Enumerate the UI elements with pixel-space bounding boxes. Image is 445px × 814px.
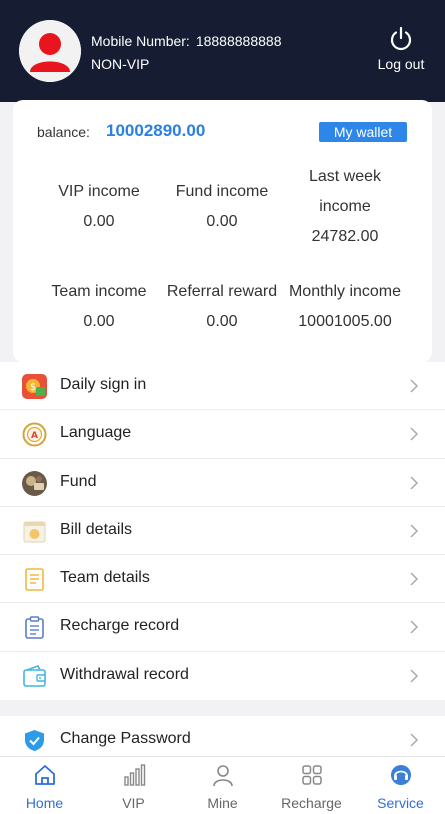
nav-label: Mine bbox=[207, 795, 238, 811]
stat-label: Team income bbox=[51, 283, 147, 300]
stat-team-income: Team income 0.00 bbox=[34, 277, 164, 337]
stat-label-line1: Last week bbox=[308, 168, 382, 185]
mobile-label: Mobile Number: bbox=[91, 33, 190, 49]
menu-item-bill-details[interactable]: Bill details bbox=[0, 507, 445, 556]
menu-item-daily-sign-in[interactable]: $ Daily sign in bbox=[0, 362, 445, 411]
bottom-nav: Home VIP Mine Recharge Service bbox=[0, 756, 445, 814]
stat-value: 0.00 bbox=[206, 313, 238, 330]
person-icon bbox=[212, 765, 233, 787]
mobile-number: 18888888888 bbox=[195, 33, 282, 49]
menu-label: Fund bbox=[60, 472, 97, 490]
menu-item-fund[interactable]: Fund bbox=[0, 459, 445, 507]
nav-home[interactable]: Home bbox=[0, 757, 89, 814]
stat-fund-income: Fund income 0.00 bbox=[157, 177, 287, 237]
menu-item-language[interactable]: A Language bbox=[0, 410, 445, 459]
menu-label: Change Password bbox=[60, 730, 191, 747]
profile-header: Mobile Number: 18888888888 NON-VIP Log ou… bbox=[0, 0, 445, 102]
stat-referral-reward: Referral reward 0.00 bbox=[157, 277, 287, 337]
bill-icon bbox=[23, 521, 46, 543]
menu-item-withdrawal-record[interactable]: Withdrawal record bbox=[0, 652, 445, 700]
stat-vip-income: VIP income 0.00 bbox=[34, 177, 164, 237]
my-wallet-button[interactable]: My wallet bbox=[319, 122, 407, 142]
nav-label: VIP bbox=[122, 795, 145, 811]
wallet-icon bbox=[23, 664, 46, 687]
stat-monthly-income: Monthly income 10001005.00 bbox=[280, 277, 410, 337]
svg-text:A: A bbox=[31, 431, 38, 441]
avatar[interactable] bbox=[19, 20, 81, 82]
nav-service[interactable]: Service bbox=[356, 757, 445, 814]
menu-label: Withdrawal record bbox=[60, 665, 189, 683]
nav-label: Service bbox=[377, 795, 424, 811]
vip-status: NON-VIP bbox=[91, 56, 150, 72]
bar-chart-icon bbox=[123, 764, 145, 786]
balance-value: 10002890.00 bbox=[106, 121, 206, 140]
chevron-right-icon bbox=[410, 733, 419, 747]
chevron-right-icon bbox=[410, 476, 419, 490]
stat-last-week-income: Last week income 24782.00 bbox=[280, 162, 410, 252]
stat-label: Fund income bbox=[175, 183, 269, 200]
nav-label: Home bbox=[25, 795, 64, 811]
nav-mine[interactable]: Mine bbox=[178, 757, 267, 814]
stat-label-line2: income bbox=[319, 198, 371, 215]
power-icon bbox=[390, 26, 412, 51]
chevron-right-icon bbox=[410, 669, 419, 683]
stat-value: 10001005.00 bbox=[298, 313, 392, 330]
svg-text:$: $ bbox=[30, 382, 36, 393]
stat-value: 0.00 bbox=[206, 213, 238, 230]
headset-icon bbox=[390, 765, 411, 785]
menu-label: Daily sign in bbox=[60, 376, 147, 393]
shield-icon bbox=[25, 730, 44, 751]
clipboard-icon bbox=[25, 616, 44, 640]
logout-label: Log out bbox=[377, 56, 425, 72]
nav-vip[interactable]: VIP bbox=[89, 757, 178, 814]
menu-label: Bill details bbox=[60, 520, 133, 538]
chevron-right-icon bbox=[410, 524, 419, 538]
nav-label: Recharge bbox=[281, 795, 342, 811]
menu-label: Team details bbox=[60, 569, 150, 587]
chevron-right-icon bbox=[410, 620, 419, 635]
stat-label: Referral reward bbox=[166, 283, 278, 300]
chevron-right-icon bbox=[410, 572, 419, 586]
menu-item-team-details[interactable]: Team details bbox=[0, 555, 445, 604]
mobile-number-line: Mobile Number: 18888888888 bbox=[91, 33, 281, 49]
chevron-right-icon bbox=[410, 427, 419, 441]
menu-list: $ Daily sign in A Language Fund Bill det bbox=[0, 362, 445, 701]
chevron-right-icon bbox=[410, 379, 419, 393]
stat-label: Monthly income bbox=[288, 283, 402, 300]
daily-sign-in-icon: $ bbox=[22, 374, 47, 399]
stat-label: VIP income bbox=[58, 183, 140, 200]
user-avatar-icon bbox=[19, 20, 81, 82]
logout-button[interactable]: Log out bbox=[370, 26, 432, 72]
nav-recharge[interactable]: Recharge bbox=[267, 757, 356, 814]
fund-icon bbox=[22, 470, 47, 496]
stat-value: 0.00 bbox=[83, 213, 115, 230]
balance-label: balance: bbox=[37, 124, 90, 140]
menu-item-recharge-record[interactable]: Recharge record bbox=[0, 603, 445, 652]
menu-label: Language bbox=[60, 424, 132, 442]
home-icon bbox=[34, 765, 55, 785]
grid-icon bbox=[301, 765, 322, 785]
language-icon: A bbox=[22, 422, 47, 447]
stat-value: 24782.00 bbox=[311, 228, 379, 245]
team-details-icon bbox=[25, 568, 44, 591]
balance-card: balance: 10002890.00 My wallet VIP incom… bbox=[13, 100, 432, 362]
stat-value: 0.00 bbox=[83, 313, 115, 330]
menu-label: Recharge record bbox=[60, 617, 180, 635]
